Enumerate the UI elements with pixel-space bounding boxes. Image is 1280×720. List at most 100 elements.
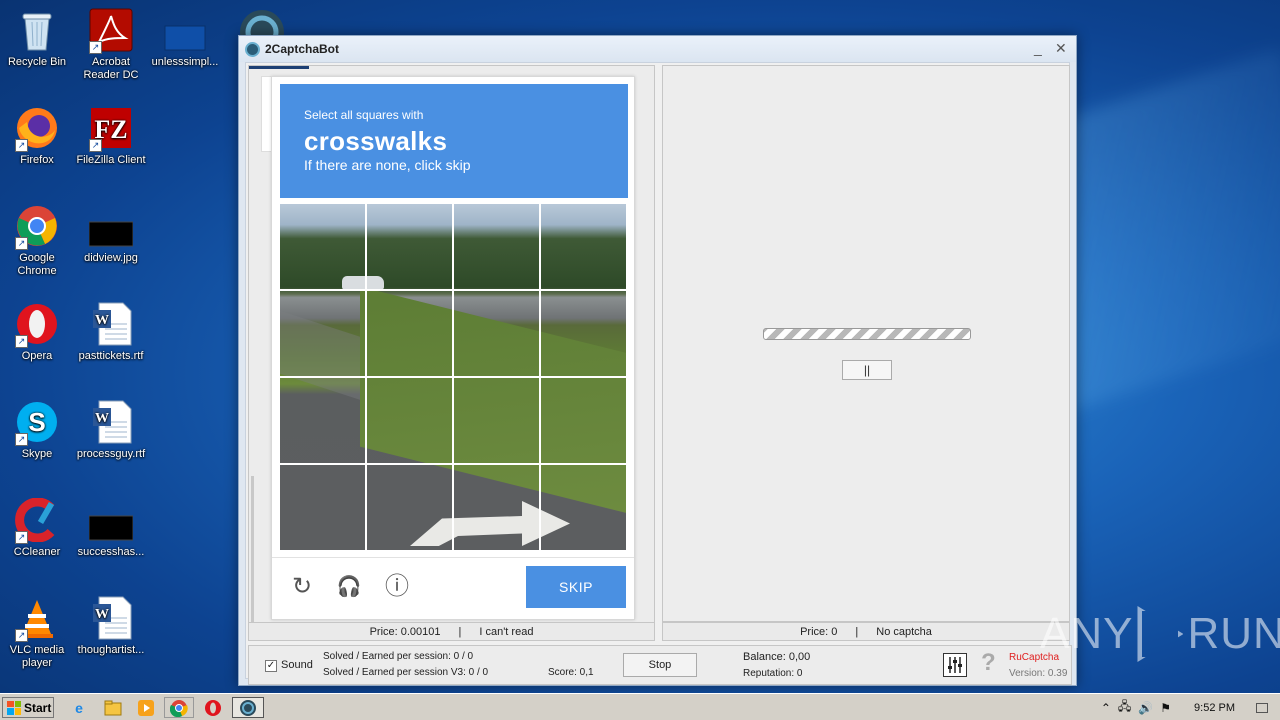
image-file-icon (88, 204, 134, 248)
start-button[interactable]: Start (2, 697, 54, 718)
session-stats: Solved / Earned per session: 0 / 0 (323, 651, 474, 662)
filezilla-icon: FZ ↗ (89, 106, 133, 152)
desktop-icon-filezilla[interactable]: FZ ↗ FileZilla Client (74, 106, 148, 167)
desktop-icon-label: Recycle Bin (7, 56, 67, 68)
grid-grass (360, 286, 626, 522)
window-titlebar[interactable]: 2CaptchaBot _ ✕ (239, 36, 1076, 62)
balance-text: Balance: 0,00 (743, 651, 811, 663)
captcha-status-bar: Price: 0.00101 | I can't read (248, 622, 655, 641)
desktop-icon-acrobat[interactable]: ↗ Acrobat Reader DC (74, 8, 148, 82)
desktop-icon-thoughartist[interactable]: W thoughartist... (74, 596, 148, 657)
grid-line (280, 376, 626, 378)
reload-icon[interactable]: ↻ (288, 573, 316, 601)
desktop-icon-label: CCleaner (13, 546, 61, 558)
2captchabot-window: 2CaptchaBot _ ✕ Select all squares with … (238, 35, 1077, 686)
pause-button[interactable]: || (842, 360, 892, 380)
desktop-icon-pasttickets[interactable]: W pasttickets.rtf (74, 302, 148, 363)
watermark-text-right: RUN (1187, 609, 1280, 658)
ccleaner-icon: ↗ (15, 497, 59, 544)
minimize-button[interactable]: _ (1034, 40, 1042, 56)
stop-button[interactable]: Stop (623, 653, 697, 677)
desktop-icon-processguy[interactable]: W processguy.rtf (74, 400, 148, 461)
grid-line (280, 463, 626, 465)
cant-read-link[interactable]: I can't read (479, 626, 533, 638)
system-clock[interactable]: 9:52 PM (1194, 702, 1235, 714)
sound-checkbox[interactable]: ✓ (265, 660, 277, 672)
show-hidden-icons-icon[interactable]: ⌃ (1101, 701, 1111, 715)
file-explorer-icon[interactable] (98, 697, 128, 718)
chrome-taskbar-icon[interactable] (164, 697, 194, 718)
desktop-icon-label: Acrobat Reader DC (83, 56, 139, 81)
desktop-icon-successhas[interactable]: successhas... (74, 498, 148, 559)
shortcut-arrow-icon: ↗ (15, 629, 28, 642)
word-document-icon: W (89, 596, 133, 640)
headphones-icon[interactable]: 🎧 (335, 573, 363, 601)
desktop-icon-label: processguy.rtf (76, 448, 146, 460)
bottom-controls: ✓ Sound Solved / Earned per session: 0 /… (248, 645, 1072, 685)
desktop-icon-skype[interactable]: S ↗ Skype (0, 400, 74, 461)
start-label: Start (24, 700, 52, 715)
show-desktop-icon[interactable] (1256, 702, 1268, 713)
app-icon (245, 41, 260, 57)
word-document-icon: W (89, 302, 133, 346)
desktop-icon-ccleaner[interactable]: ↗ CCleaner (0, 497, 74, 559)
grid-car (342, 276, 384, 290)
shortcut-arrow-icon: ↗ (15, 433, 28, 446)
grid-line (280, 289, 626, 291)
status-separator: | (458, 625, 462, 638)
secondary-price: Price: 0 (800, 625, 838, 638)
loading-indicator (249, 66, 309, 69)
2captcha-app-icon (240, 10, 284, 36)
shortcut-arrow-icon: ↗ (15, 139, 28, 152)
recaptcha-challenge: Select all squares with crosswalks If th… (271, 76, 635, 620)
desktop-icon-chrome[interactable]: ↗ Google Chrome (0, 204, 74, 278)
image-grid (280, 204, 626, 550)
firefox-icon: ↗ (15, 106, 59, 152)
internet-explorer-icon[interactable]: e (64, 697, 94, 718)
version-text: Version: 0.39 (1009, 668, 1068, 679)
skip-hint-text: If there are none, click skip (304, 157, 471, 173)
desktop-icon-unlesssimpl[interactable]: unlesssimpl... (148, 8, 222, 69)
challenge-footer-divider (272, 557, 634, 558)
close-button[interactable]: ✕ (1055, 40, 1067, 57)
image-file-icon (88, 498, 134, 542)
vertical-scrollbar[interactable] (251, 476, 254, 626)
status-separator: | (855, 625, 859, 638)
secondary-status-bar: Price: 0 | No captcha (662, 622, 1070, 641)
shortcut-arrow-icon: ↗ (15, 237, 28, 250)
sound-label: Sound (281, 659, 313, 671)
network-icon[interactable]: 🖧 (1118, 697, 1131, 718)
shortcut-arrow-icon: ↗ (15, 335, 28, 348)
desktop-icon-didview[interactable]: didview.jpg (74, 204, 148, 265)
desktop-icon-label: Firefox (20, 154, 54, 166)
desktop-icon-opera[interactable]: ↗ Opera (0, 302, 74, 363)
volume-icon[interactable]: 🔊 (1138, 701, 1153, 715)
desktop-icon-label: Opera (21, 350, 53, 362)
instruction-text: Select all squares with (304, 108, 424, 122)
desktop-icon-label: thoughartist... (77, 644, 145, 656)
desktop-icon-recycle-bin[interactable]: Recycle Bin (0, 8, 74, 69)
desktop-icon-label: successhas... (77, 546, 145, 558)
desktop-icon-2captchabot-partial[interactable] (238, 8, 286, 36)
desktop-icon-label: Google Chrome (17, 252, 57, 277)
desktop-icon-label: pasttickets.rtf (78, 350, 144, 362)
secondary-pane: || (662, 65, 1070, 622)
desktop-icon-vlc[interactable]: ↗ VLC media player (0, 596, 74, 670)
info-icon[interactable]: ⓘ (383, 573, 411, 601)
skip-button[interactable]: SKIP (526, 566, 626, 608)
system-tray: ⌃ 🖧 🔊 ⚑ 9:52 PM (1101, 696, 1280, 719)
settings-icon[interactable] (943, 653, 967, 677)
desktop-icon-label: didview.jpg (84, 252, 138, 264)
windows-logo-icon (7, 700, 21, 715)
svg-text:W: W (95, 313, 109, 328)
skype-icon: S ↗ (15, 400, 59, 446)
desktop-icon-firefox[interactable]: ↗ Firefox (0, 106, 74, 167)
action-center-flag-icon[interactable]: ⚑ (1160, 701, 1171, 715)
help-icon[interactable]: ? (981, 649, 996, 677)
2captchabot-taskbar-icon[interactable] (232, 697, 264, 718)
media-player-icon[interactable] (131, 697, 161, 718)
taskbar: Start e ⌃ 🖧 🔊 ⚑ 9:52 PM (0, 693, 1280, 720)
grid-road-arrow (410, 501, 570, 546)
opera-taskbar-icon[interactable] (198, 697, 228, 718)
desktop-icon-label: Skype (21, 448, 53, 460)
